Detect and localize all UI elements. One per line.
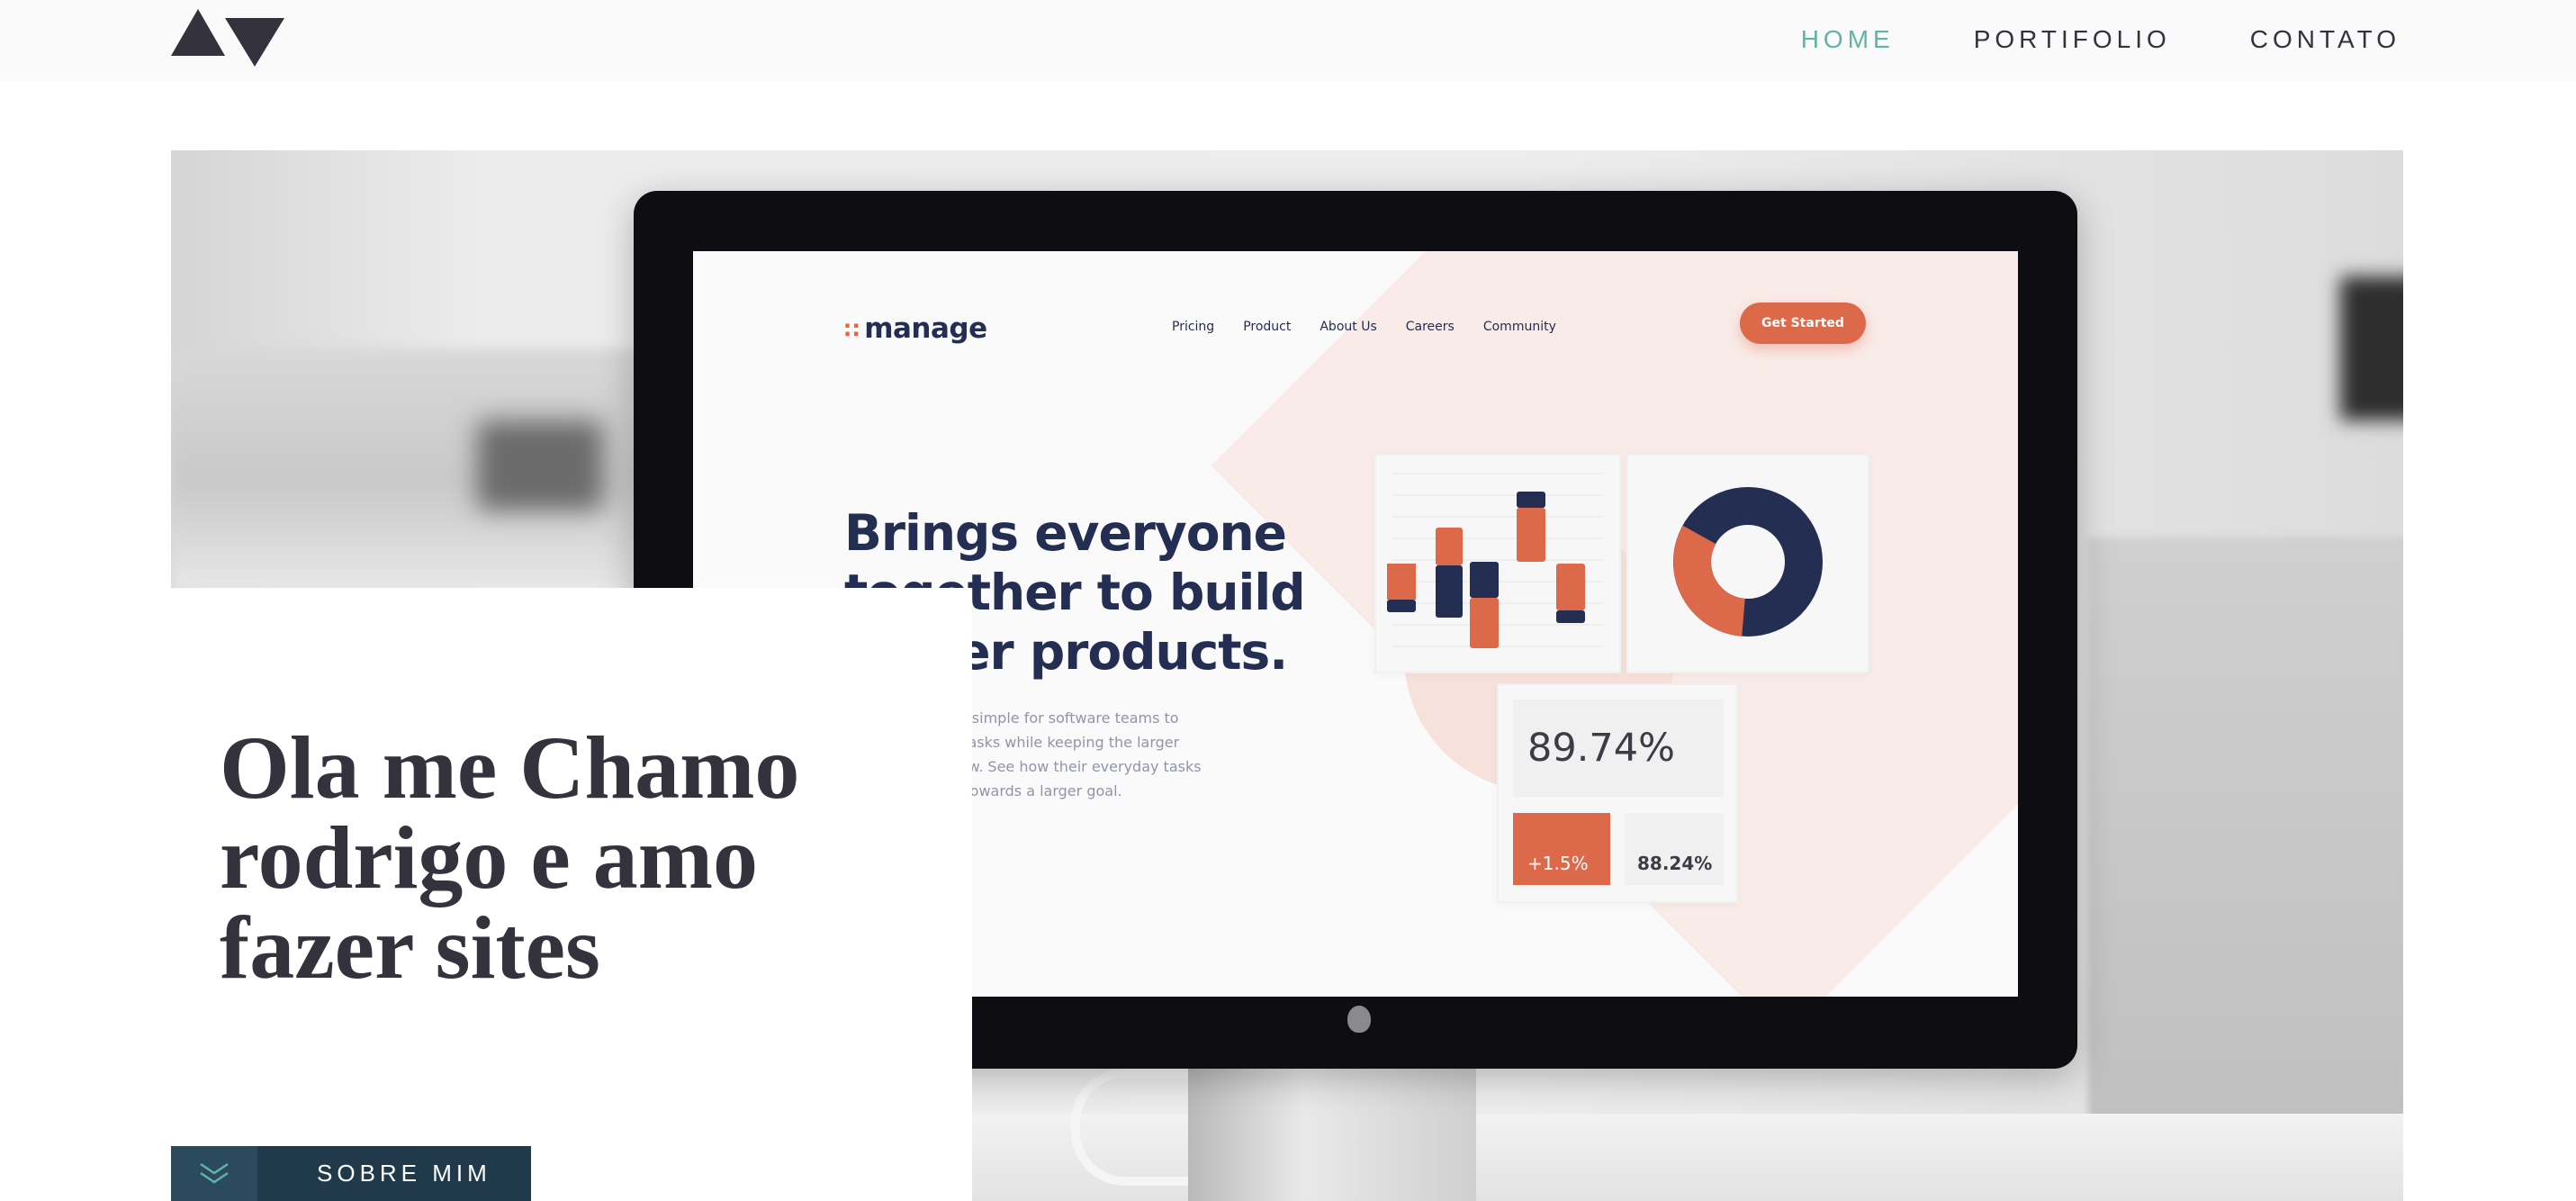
mockup-brand-text: manage (864, 312, 987, 345)
sobre-mim-label: SOBRE MIM (317, 1160, 491, 1187)
hero-title: Ola me Chamo rodrigo e amo fazer sites (220, 718, 800, 998)
mockup-logo-dots-icon: ∷ (844, 318, 860, 343)
mockup-get-started-button: Get Started (1740, 303, 1866, 344)
av-logo-icon[interactable] (171, 9, 284, 67)
mockup-logo: ∷ manage (844, 312, 987, 345)
blurred-object (477, 420, 603, 510)
main-nav: HOME PORTIFOLIO CONTATO (1801, 20, 2400, 59)
double-chevron-down-icon (200, 1162, 229, 1184)
hero-intro-card: Ola me Chamo rodrigo e amo fazer sites S… (171, 588, 972, 1201)
nav-contato-link[interactable]: CONTATO (2250, 20, 2400, 59)
apple-logo-icon (1347, 1006, 1371, 1033)
mockup-stat-main: 89.74% (1513, 700, 1724, 797)
mockup-stat-delta: +1.5% (1513, 813, 1610, 885)
site-header: HOME PORTIFOLIO CONTATO (0, 0, 2576, 81)
sobre-mim-button[interactable]: SOBRE MIM (171, 1146, 531, 1201)
mockup-nav-item: Pricing (1172, 320, 1215, 334)
mockup-donut-chart-card (1626, 454, 1869, 673)
nav-home-link[interactable]: HOME (1801, 20, 1895, 59)
blurred-background-right (2088, 537, 2403, 1201)
mockup-donut-chart-graphic (1673, 487, 1823, 637)
mockup-nav: Pricing Product About Us Careers Communi… (1172, 320, 1556, 334)
mockup-bar-chart-card (1374, 454, 1621, 673)
mockup-nav-item: Product (1243, 320, 1292, 334)
about-button-icon-box (171, 1146, 257, 1201)
blurred-object-right (2340, 276, 2403, 420)
mockup-stats-card: 89.74% +1.5% 88.24% (1497, 683, 1738, 903)
nav-portifolio-link[interactable]: PORTIFOLIO (1974, 20, 2171, 59)
mockup-nav-item: Community (1482, 320, 1556, 334)
mockup-stat-secondary: 88.24% (1625, 813, 1724, 885)
mockup-nav-item: Careers (1405, 320, 1455, 334)
mockup-bar-chart-graphic (1387, 473, 1603, 648)
monitor-stand (1188, 1051, 1476, 1201)
mockup-nav-item: About Us (1320, 320, 1377, 334)
